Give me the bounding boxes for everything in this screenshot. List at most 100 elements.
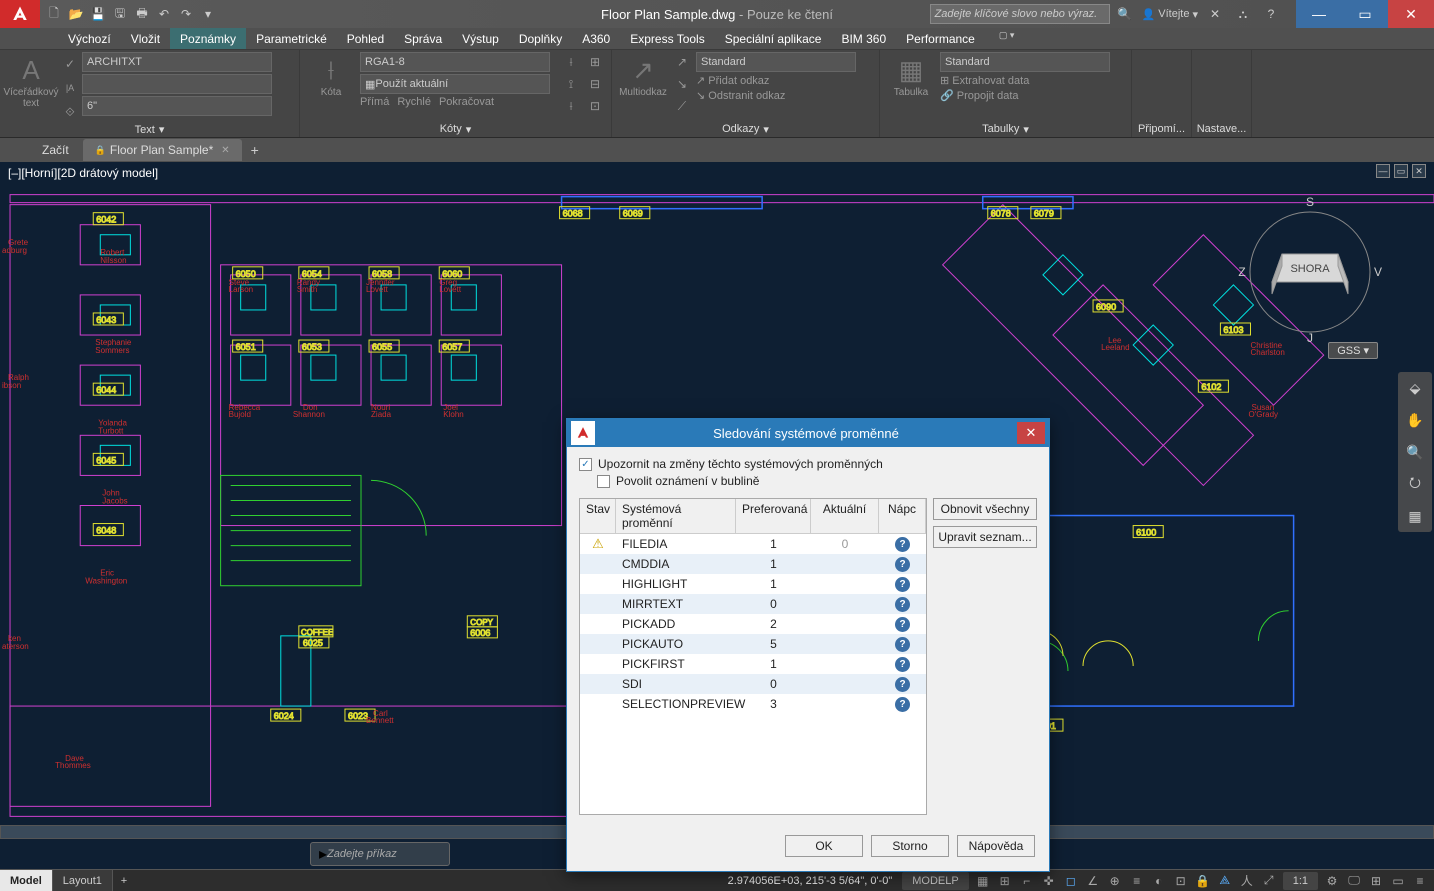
polar-icon[interactable]: ✜ [1039,872,1059,890]
infocenter-search-icon[interactable]: 🔍 [1114,3,1136,25]
ribbon-tab-bim 360[interactable]: BIM 360 [831,28,896,49]
dim-ico1[interactable]: ⟊ [561,52,581,72]
viewport-minimize[interactable]: — [1376,164,1390,178]
gss-badge[interactable]: GSS ▾ [1328,342,1378,359]
dim-ico2[interactable]: ⟟ [561,74,581,94]
qat-saveas-icon[interactable]: 🖫 [110,4,130,24]
ribbon-tab-express tools[interactable]: Express Tools [620,28,714,49]
ribbon-tab-speciální aplikace[interactable]: Speciální aplikace [715,28,832,49]
close-tab-icon[interactable]: ✕ [221,145,229,156]
qat-plot-icon[interactable]: 🖶 [132,4,152,24]
lw-icon[interactable]: ≡ [1127,872,1147,890]
ribbon-tab-správa[interactable]: Správa [394,28,452,49]
clean-icon[interactable]: ▭ [1388,872,1408,890]
ribbon-tab-a360[interactable]: A360 [572,28,620,49]
hw-icon[interactable]: ⊞ [1366,872,1386,890]
restore-all-button[interactable]: Obnovit všechny [933,498,1037,520]
ribbon-tab-parametrické[interactable]: Parametrické [246,28,337,49]
dialog-close-button[interactable]: ✕ [1017,422,1045,444]
edit-list-button[interactable]: Upravit seznam... [933,526,1037,548]
dim-ico4[interactable]: ⊞ [585,52,605,72]
qat-undo-icon[interactable]: ↶ [154,4,174,24]
col-help[interactable]: Nápc [879,499,926,533]
viewport-maximize[interactable]: ▭ [1394,164,1408,178]
nav-zoom-icon[interactable]: 🔍 [1403,440,1427,464]
signin-button[interactable]: 👤 Vítejte ▾ [1142,8,1198,21]
drawing-viewport[interactable]: [–][Horní][2D drátový model] — ▭ ✕ [0,162,1434,869]
help-icon[interactable]: ? [895,697,910,712]
qat-save-icon[interactable]: 💾 [88,4,108,24]
qat-redo-icon[interactable]: ↷ [176,4,196,24]
ortho-icon[interactable]: ⌐ [1017,872,1037,890]
help-icon[interactable]: ? [895,537,910,552]
extract-data[interactable]: ⊞ Extrahovat data [940,74,1125,87]
dim-linear[interactable]: Přímá [360,96,389,108]
add-leader[interactable]: ↗ Přidat odkaz [696,74,873,87]
dimension-button[interactable]: ⟊Kóta [306,52,356,98]
help-icon[interactable]: ? [895,637,910,652]
table-row[interactable]: HIGHLIGHT1? [580,574,926,594]
dyn-icon[interactable]: ⊕ [1105,872,1125,890]
window-close[interactable]: ✕ [1388,0,1434,28]
qat-open-icon[interactable]: 📂 [66,4,86,24]
help-icon[interactable]: ? [895,677,910,692]
monitor-icon[interactable]: 🖵 [1344,872,1364,890]
ribbon-tab-pohled[interactable]: Pohled [337,28,394,49]
table-row[interactable]: CMDDIA1? [580,554,926,574]
table-button[interactable]: ▦Tabulka [886,52,936,98]
nav-showmotion-icon[interactable]: ▦ [1403,504,1427,528]
table-style-select[interactable]: Standard [940,52,1110,72]
table-row[interactable]: PICKADD2? [580,614,926,634]
ldr-ico2[interactable]: ↘ [672,74,692,94]
add-tab-button[interactable]: + [244,140,266,160]
ribbon-group-extra1[interactable]: Připomí... [1132,50,1192,137]
table-row[interactable]: SDI0? [580,674,926,694]
text-style-select[interactable]: ARCHITXT [82,52,272,72]
window-minimize[interactable]: — [1296,0,1342,28]
search-input[interactable]: Zadejte klíčové slovo nebo výraz. [930,4,1110,24]
qat-new-icon[interactable]: 🗋 [44,4,64,24]
iso-icon[interactable]: ⟁ [1215,872,1235,890]
cancel-button[interactable]: Storno [871,835,949,857]
checkbox-notify[interactable]: ✓Upozornit na změny těchto systémových p… [579,457,1037,471]
help-icon[interactable]: ? [1260,3,1282,25]
a360-icon[interactable]: ⛬ [1232,3,1254,25]
ribbon-group-extra2[interactable]: Nastave... [1192,50,1252,137]
col-current[interactable]: Aktuální [811,499,879,533]
exchange-icon[interactable]: ✕ [1204,3,1226,25]
table-row[interactable]: ⚠FILEDIA10? [580,534,926,554]
transp-icon[interactable]: ◐ [1149,872,1169,890]
osnap-icon[interactable]: ◻ [1061,872,1081,890]
doctab-start[interactable]: Začít [30,139,81,161]
text-find-input[interactable] [82,74,272,94]
ribbon-tab-vložit[interactable]: Vložit [121,28,170,49]
text-check-icon[interactable]: ✓ [60,54,80,74]
table-row[interactable]: PICKAUTO5? [580,634,926,654]
nav-fullnav-icon[interactable]: ⬙ [1403,376,1427,400]
text-height-select[interactable]: 6" [82,96,272,116]
ldr-ico1[interactable]: ↗ [672,52,692,72]
dim-style-select[interactable]: RGA1-8 [360,52,550,72]
nav-pan-icon[interactable]: ✋ [1403,408,1427,432]
help-icon[interactable]: ? [895,577,910,592]
add-layout-button[interactable]: + [113,870,135,891]
sc-icon[interactable]: 🔒 [1193,872,1213,890]
table-row[interactable]: MIRRTEXT0? [580,594,926,614]
dim-ico6[interactable]: ⊡ [585,96,605,116]
qp-icon[interactable]: ⊡ [1171,872,1191,890]
ribbon-tab-poznámky[interactable]: Poznámky [170,28,246,49]
table-row[interactable]: SELECTIONPREVIEW3? [580,694,926,714]
dim-use-current[interactable]: ▦ Použít aktuální [360,74,550,94]
col-sysvar[interactable]: Systémová proměnní [616,499,736,533]
viewcube[interactable]: SHORA S V Z J [1230,192,1390,352]
link-data[interactable]: 🔗 Propojit data [940,89,1125,102]
dim-continue[interactable]: Pokračovat [439,96,494,108]
custom-icon[interactable]: ≡ [1410,872,1430,890]
otrack-icon[interactable]: ∠ [1083,872,1103,890]
snap-icon[interactable]: ⊞ [995,872,1015,890]
ribbon-tab-performance[interactable]: Performance [896,28,985,49]
command-input[interactable]: ▸ Zadejte příkaz [310,842,450,866]
table-row[interactable]: PICKFIRST1? [580,654,926,674]
text-align-icon[interactable]: |A [60,78,80,98]
ribbon-tab-doplňky[interactable]: Doplňky [509,28,572,49]
